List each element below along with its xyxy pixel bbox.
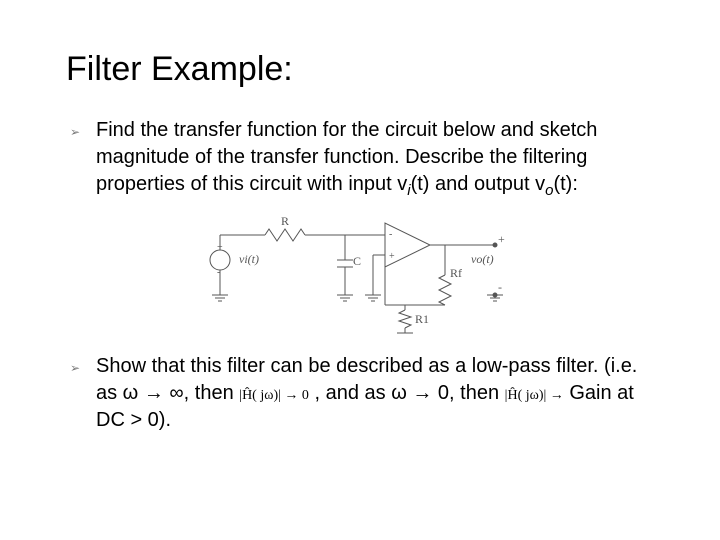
b1-mid1: (t) and output bbox=[411, 173, 536, 195]
label-C: C bbox=[353, 254, 361, 268]
b1-vo: v bbox=[535, 173, 545, 195]
b2-mid: , and as ω → 0, then bbox=[309, 382, 505, 404]
label-vi: vi(t) bbox=[239, 252, 259, 266]
label-R1: R1 bbox=[415, 312, 429, 326]
circuit-diagram: R C Rf R1 vi(t) vo(t) + - - + + - bbox=[70, 215, 650, 335]
src-minus: - bbox=[217, 267, 220, 278]
label-minus-out: - bbox=[498, 280, 502, 294]
b1-post: (t): bbox=[553, 173, 577, 195]
bullet-arrow-icon: ➢ bbox=[70, 361, 88, 375]
bullet-2: ➢ Show that this filter can be described… bbox=[70, 353, 650, 434]
b2-math2: |Ĥ( jω)| → bbox=[505, 388, 564, 403]
slide: Filter Example: ➢ Find the transfer func… bbox=[0, 0, 720, 478]
label-R: R bbox=[281, 215, 289, 228]
b1-vi: v bbox=[397, 173, 407, 195]
opamp-minus: - bbox=[389, 229, 392, 240]
bullet-1: ➢ Find the transfer function for the cir… bbox=[70, 117, 650, 201]
bullet-1-text: Find the transfer function for the circu… bbox=[96, 117, 650, 201]
label-Rf: Rf bbox=[450, 266, 462, 280]
bullet-arrow-icon: ➢ bbox=[70, 125, 88, 139]
opamp-plus: + bbox=[389, 251, 395, 262]
b2-math1: |Ĥ( jω)| → 0 bbox=[239, 388, 309, 403]
label-plus-out: + bbox=[498, 232, 505, 246]
circuit-svg: R C Rf R1 vi(t) vo(t) + - - + + - bbox=[195, 215, 525, 335]
label-vo: vo(t) bbox=[471, 252, 494, 266]
src-plus: + bbox=[217, 242, 223, 253]
slide-title: Filter Example: bbox=[66, 50, 650, 89]
bullet-2-text: Show that this filter can be described a… bbox=[96, 353, 650, 434]
